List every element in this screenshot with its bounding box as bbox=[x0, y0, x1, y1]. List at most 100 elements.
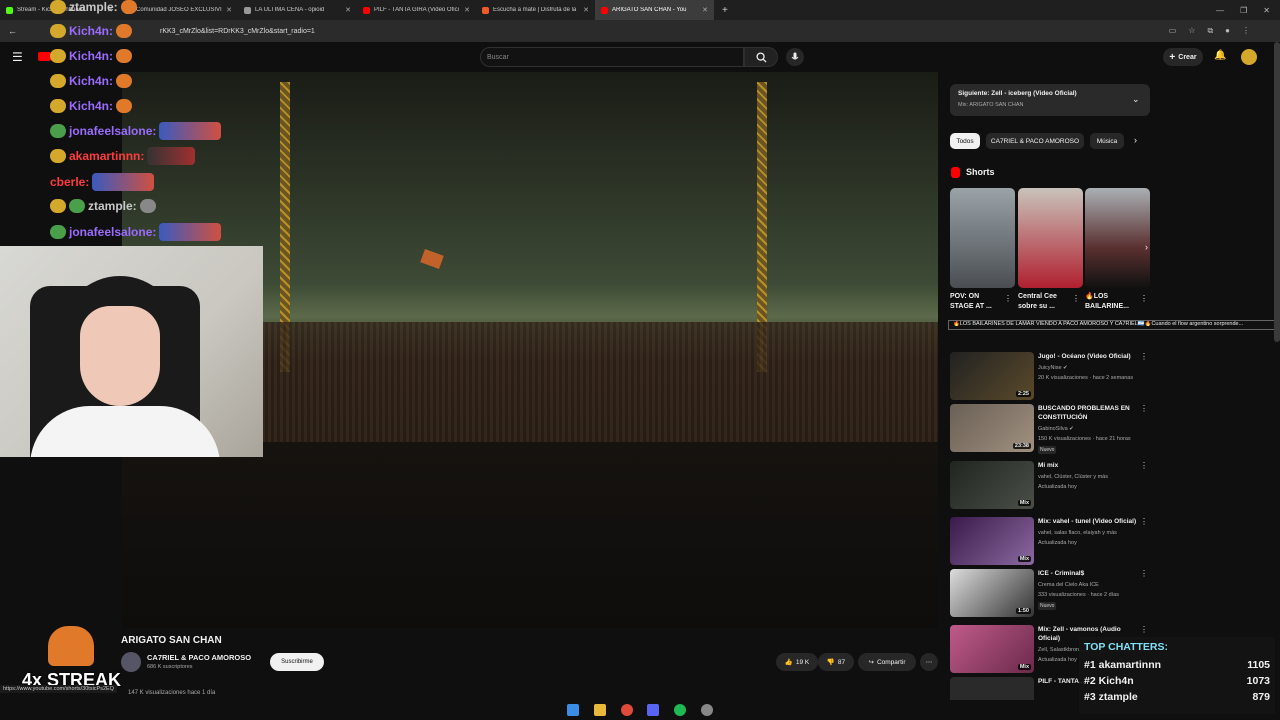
recommendation-item[interactable]: 1:50 ICE - Criminal$ Crema del Cielo Aka… bbox=[950, 569, 1150, 624]
file-explorer-icon[interactable] bbox=[593, 704, 606, 716]
short-title[interactable]: 🔥LOS BAILARINE... bbox=[1085, 292, 1137, 312]
chat-message: Kich4n: bbox=[50, 71, 133, 91]
windows-start-icon[interactable] bbox=[567, 704, 580, 716]
video-thumbnail: 1:50 bbox=[950, 569, 1034, 617]
more-dots-icon[interactable]: ⋮ bbox=[1140, 461, 1148, 470]
badge-icon bbox=[69, 199, 85, 213]
youtube-favicon bbox=[601, 6, 608, 14]
pepe-emote bbox=[120, 0, 137, 14]
like-button[interactable]: 👍 19 K bbox=[776, 653, 818, 671]
emote bbox=[139, 199, 156, 213]
new-tab-button[interactable]: + bbox=[714, 5, 736, 16]
recommendation-channel: vahel, Clúster, Clúster y más bbox=[1038, 474, 1108, 480]
more-dots-icon[interactable]: ⋮ bbox=[1140, 569, 1148, 578]
profile-icon[interactable]: ● bbox=[1225, 26, 1230, 36]
channel-name[interactable]: CA7RIEL & PACO AMOROSO bbox=[147, 653, 251, 662]
subscribe-button[interactable]: Suscribirme bbox=[270, 653, 324, 671]
taskbar bbox=[560, 700, 720, 720]
shorts-icon bbox=[951, 167, 960, 178]
close-tab-icon[interactable]: ✕ bbox=[464, 6, 470, 14]
close-tab-icon[interactable]: ✕ bbox=[345, 6, 351, 14]
more-dots-icon[interactable]: ⋮ bbox=[1140, 352, 1148, 361]
recommendation-item[interactable]: 2:25 Jugo! - Océano (Video Oficial) Juic… bbox=[950, 352, 1150, 407]
chrome-icon[interactable] bbox=[620, 704, 633, 716]
thumbs-down-icon: 👎 bbox=[826, 659, 835, 666]
more-dots-icon[interactable]: ⋮ bbox=[1140, 517, 1148, 526]
more-dots-icon[interactable]: ⋮ bbox=[1072, 294, 1080, 303]
short-title[interactable]: POV: ON STAGE AT ... bbox=[950, 292, 1002, 312]
close-tab-icon[interactable]: ✕ bbox=[226, 6, 232, 14]
top-chatters-heading: TOP CHATTERS: bbox=[1084, 641, 1169, 653]
flag-decoration bbox=[420, 249, 444, 269]
cast-icon[interactable]: ▭ bbox=[1169, 26, 1177, 36]
chat-message: Kich4n: bbox=[50, 96, 133, 116]
recommendation-item[interactable]: 23:38 BUSCANDO PROBLEMAS EN CONSTITUCIÓN… bbox=[950, 404, 1150, 459]
short-title[interactable]: Central Cee sobre su ... bbox=[1018, 292, 1070, 312]
view-count: 147 K visualizaciones hace 1 día bbox=[128, 690, 216, 696]
recommendation-channel: GabinoSilva ✔ bbox=[1038, 426, 1074, 432]
more-dots-icon[interactable]: ⋮ bbox=[1140, 404, 1148, 413]
browser-tab[interactable]: Escucha a mate | Disfruta de la ✕ bbox=[476, 0, 595, 20]
scrollbar[interactable] bbox=[1274, 42, 1280, 342]
chat-message: ztample: bbox=[50, 196, 156, 216]
voice-search-button[interactable] bbox=[786, 48, 804, 66]
more-dots-icon[interactable]: ⋮ bbox=[1140, 625, 1148, 634]
back-icon[interactable]: ← bbox=[0, 26, 25, 36]
maximize-icon[interactable]: ❐ bbox=[1240, 6, 1247, 15]
search-icon bbox=[755, 51, 767, 63]
badge-icon bbox=[50, 0, 66, 14]
browser-tab-active[interactable]: ARIGATO SAN CHAN - You ✕ bbox=[595, 0, 714, 20]
up-next-panel[interactable] bbox=[950, 84, 1150, 116]
kick-favicon bbox=[6, 6, 13, 14]
account-avatar[interactable] bbox=[1241, 49, 1257, 65]
crown-badge-icon bbox=[50, 99, 66, 113]
shorts-heading: Shorts bbox=[966, 167, 995, 177]
search-button[interactable] bbox=[744, 47, 778, 67]
short-thumbnail[interactable] bbox=[950, 188, 1015, 288]
pepe-emote bbox=[116, 99, 133, 113]
create-button[interactable]: + Crear bbox=[1163, 48, 1203, 66]
chip-todos[interactable]: Todos bbox=[950, 133, 980, 149]
short-thumbnail[interactable] bbox=[1085, 188, 1150, 288]
chevron-down-icon[interactable]: ⌄ bbox=[1132, 94, 1140, 105]
channel-avatar[interactable] bbox=[121, 652, 141, 672]
subscriber-count: 686 K suscriptores bbox=[147, 664, 193, 670]
browser-tab[interactable]: Comunidad JOSEO EXCLUSIVI ✕ bbox=[119, 0, 238, 20]
share-button[interactable]: ↪ Compartir bbox=[858, 653, 916, 671]
more-dots-icon[interactable]: ⋮ bbox=[1004, 294, 1012, 303]
notifications-bell-icon[interactable]: 🔔 bbox=[1214, 50, 1226, 61]
extensions-icon[interactable]: ⧉ bbox=[1207, 26, 1213, 36]
chevron-right-icon[interactable]: › bbox=[1145, 242, 1148, 252]
close-window-icon[interactable]: ✕ bbox=[1263, 6, 1270, 15]
spotify-icon[interactable] bbox=[673, 704, 686, 716]
badge-icon bbox=[50, 149, 66, 163]
recommendation-item[interactable]: Mix Mi mix vahel, Clúster, Clúster y más… bbox=[950, 461, 1150, 516]
browser-tab[interactable]: LA ULTIMA CENA - opioid ✕ bbox=[238, 0, 357, 20]
discord-icon[interactable] bbox=[647, 704, 660, 716]
short-thumbnail[interactable] bbox=[1018, 188, 1083, 288]
chat-message: akamartinnn: bbox=[50, 146, 196, 166]
video-thumbnail: 23:38 bbox=[950, 404, 1034, 452]
bookmark-star-icon[interactable]: ☆ bbox=[1188, 26, 1195, 36]
close-tab-icon[interactable]: ✕ bbox=[583, 6, 589, 14]
top-chatter-row: #2 Kich4n 1073 bbox=[1084, 675, 1270, 687]
chevron-right-icon[interactable]: › bbox=[1134, 135, 1137, 145]
new-badge: Nuevo bbox=[1038, 602, 1057, 610]
top-chatter-row: #3 ztample 879 bbox=[1084, 691, 1270, 703]
browser-tab[interactable]: PILF - TANTA GIRA (Video Ofici ✕ bbox=[357, 0, 476, 20]
chat-message: Kich4n: bbox=[50, 21, 133, 41]
obs-icon[interactable] bbox=[700, 704, 713, 716]
more-actions-button[interactable]: ⋯ bbox=[920, 653, 938, 671]
chip-musica[interactable]: Música bbox=[1090, 133, 1124, 149]
chat-message: jonafeelsalone: bbox=[50, 222, 222, 242]
recommendation-item[interactable]: Mix Mix: vahel - tunel (Video Oficial) v… bbox=[950, 517, 1150, 572]
chip-artist[interactable]: CA7RIEL & PACO AMOROSO bbox=[986, 133, 1084, 149]
menu-dots-icon[interactable]: ⋮ bbox=[1242, 26, 1250, 36]
minimize-icon[interactable]: — bbox=[1216, 6, 1224, 15]
more-dots-icon[interactable]: ⋮ bbox=[1140, 294, 1148, 303]
close-tab-icon[interactable]: ✕ bbox=[702, 6, 708, 14]
chat-message: ztample: bbox=[50, 0, 137, 17]
dislike-button[interactable]: 👎 87 bbox=[818, 653, 854, 671]
hamburger-menu-icon[interactable]: ☰ bbox=[12, 50, 23, 64]
search-input[interactable]: Buscar bbox=[480, 47, 744, 67]
